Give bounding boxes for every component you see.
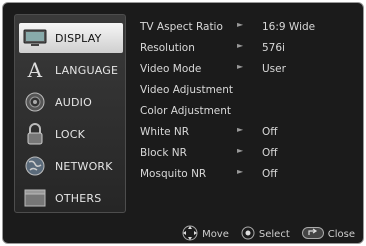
setting-label: Video Mode [140,63,202,75]
right-arrow-icon: ► [237,20,244,29]
setting-value: Off [262,168,278,180]
right-arrow-icon: ► [237,167,244,176]
speaker-icon [23,91,47,113]
setting-row-video-adjustment[interactable]: Video Adjustment [136,82,361,100]
setting-row-block-nr[interactable]: Block NR ► Off [136,145,361,163]
box-icon [23,187,47,209]
hint-label: Select [258,228,290,240]
padlock-icon [23,123,47,145]
setting-value: User [262,63,286,75]
setting-label: White NR [140,126,190,138]
setting-row-video-mode[interactable]: Video Mode ► User [136,61,361,79]
sidebar-item-label: OTHERS [55,191,102,205]
button-hint-bar: Move Select Close [3,223,363,244]
monitor-icon [23,27,47,49]
sidebar-item-others[interactable]: OTHERS [19,183,123,213]
hint-select: Select [241,226,290,243]
hint-label: Close [327,228,355,240]
setting-label: Block NR [140,147,187,159]
right-arrow-icon: ► [237,146,244,155]
setting-value: Off [262,126,278,138]
setting-label: Video Adjustment [140,84,234,96]
setting-row-resolution[interactable]: Resolution ► 576i [136,40,361,58]
globe-icon [23,155,47,177]
sidebar-item-lock[interactable]: LOCK [19,119,123,149]
sidebar-item-label: LANGUAGE [55,63,119,77]
dpad-icon [182,225,198,244]
sidebar-item-label: LOCK [55,127,86,141]
setting-row-tv-aspect-ratio[interactable]: TV Aspect Ratio ► 16:9 Wide [136,19,361,37]
enter-button-icon [241,226,255,243]
setting-value: Off [262,147,278,159]
setting-value: 16:9 Wide [262,21,316,33]
setting-row-mosquito-nr[interactable]: Mosquito NR ► Off [136,166,361,184]
setting-value: 576i [262,42,285,54]
sidebar-item-audio[interactable]: AUDIO [19,87,123,117]
sidebar-item-network[interactable]: NETWORK [19,151,123,181]
hint-close: Close [301,226,355,242]
setting-label: Resolution [140,42,195,54]
sidebar-item-label: NETWORK [55,159,113,173]
sidebar-item-language[interactable]: A LANGUAGE [19,55,123,85]
hint-label: Move [202,228,229,240]
sidebar-item-display[interactable]: DISPLAY [19,23,123,53]
right-arrow-icon: ► [237,125,244,134]
return-button-icon [301,226,324,242]
setup-menu-screen: DISPLAY A LANGUAGE AUDIO LOCK NETWORK OT… [2,2,364,244]
right-arrow-icon: ► [237,62,244,71]
setting-row-color-adjustment[interactable]: Color Adjustment [136,103,361,121]
right-arrow-icon: ► [237,41,244,50]
hint-move: Move [182,225,229,244]
sidebar-item-label: DISPLAY [55,31,102,45]
setting-label: Mosquito NR [140,168,207,180]
setting-label: TV Aspect Ratio [140,21,223,33]
category-sidebar: DISPLAY A LANGUAGE AUDIO LOCK NETWORK OT… [14,14,126,213]
letter-a-icon: A [27,58,43,82]
setting-row-white-nr[interactable]: White NR ► Off [136,124,361,142]
sidebar-item-label: AUDIO [55,95,92,109]
setting-label: Color Adjustment [140,105,232,117]
